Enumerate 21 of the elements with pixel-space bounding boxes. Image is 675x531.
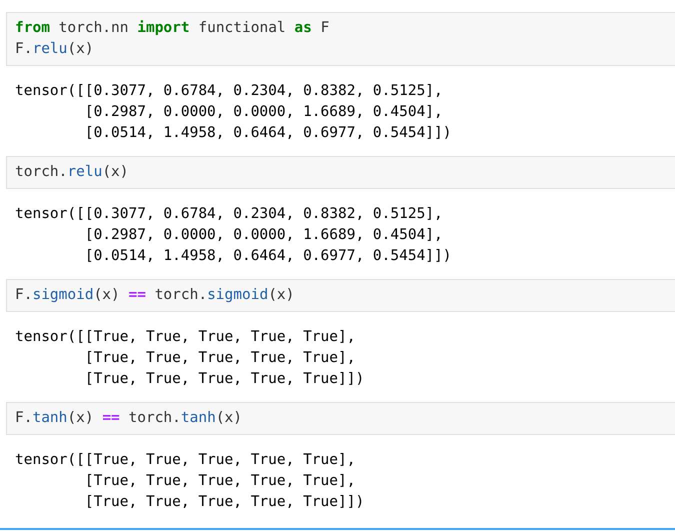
output-line: [0.2987, 0.0000, 0.0000, 1.6689, 0.4504],	[84, 226, 443, 245]
code-input-cell[interactable]: torch.relu(x)	[6, 156, 675, 189]
output-line: tensor([[0.3077, 0.6784, 0.2304, 0.8382, 0.5125],	[15, 205, 443, 224]
code-input-cell[interactable]: from torch.nn import functional as F F.relu(x)	[6, 12, 675, 66]
output-line: [0.0514, 1.4958, 0.6464, 0.6977, 0.5454]])	[84, 124, 452, 143]
output-line: [0.0514, 1.4958, 0.6464, 0.6977, 0.5454]])	[84, 247, 452, 266]
code-line: F.tanh(x) == torch.tanh(x)	[15, 409, 242, 428]
output-line: [True, True, True, True, True]])	[84, 493, 364, 512]
output-line: tensor([[True, True, True, True, True],	[15, 328, 356, 347]
code-line: from torch.nn import functional as F	[15, 19, 330, 38]
output-line: [True, True, True, True, True]])	[84, 370, 364, 389]
output-line: tensor([[0.3077, 0.6784, 0.2304, 0.8382, 0.5125],	[15, 82, 443, 101]
output-line: tensor([[True, True, True, True, True],	[15, 451, 356, 470]
code-line: torch.relu(x)	[15, 163, 129, 182]
output-line: [True, True, True, True, True],	[84, 349, 356, 368]
output-line: [True, True, True, True, True],	[84, 472, 356, 491]
code-line: F.relu(x)	[15, 40, 94, 59]
code-input-cell[interactable]: F.tanh(x) == torch.tanh(x)	[6, 402, 675, 435]
output-line: [0.2987, 0.0000, 0.0000, 1.6689, 0.4504],	[84, 103, 443, 122]
code-input-cell[interactable]: F.sigmoid(x) == torch.sigmoid(x)	[6, 279, 675, 312]
code-line: F.sigmoid(x) == torch.sigmoid(x)	[15, 286, 294, 305]
